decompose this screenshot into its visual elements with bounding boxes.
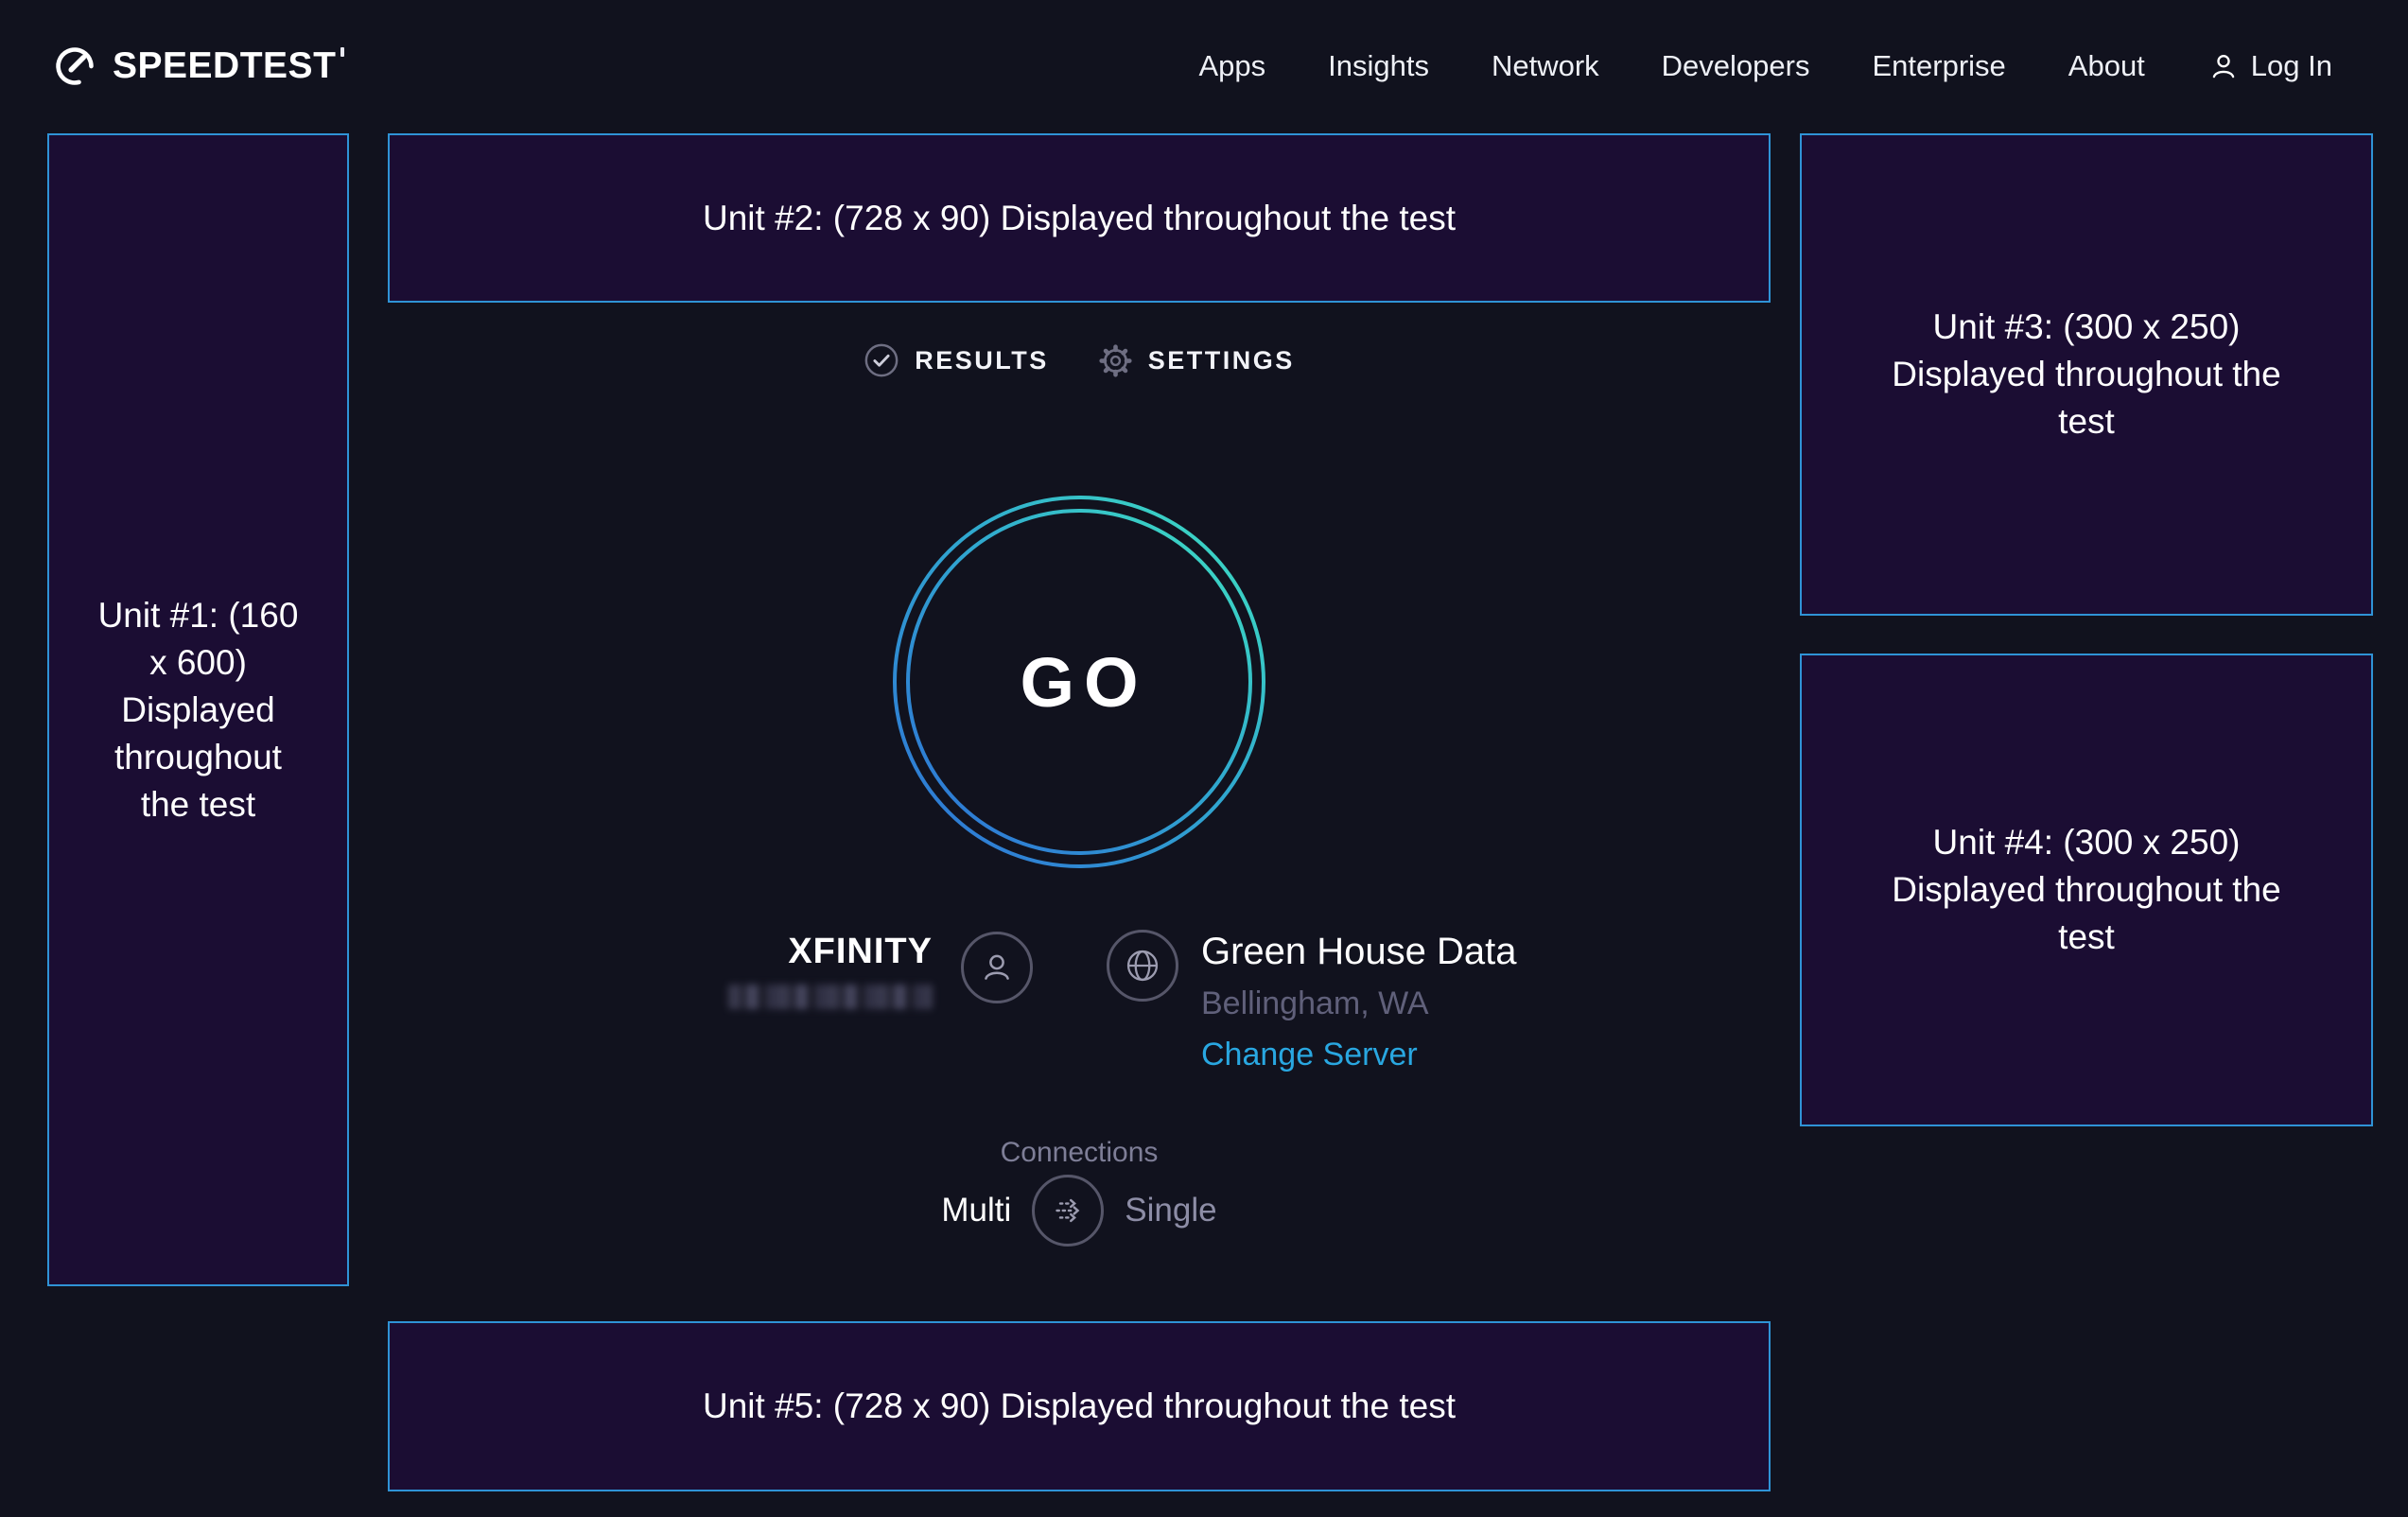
user-icon [2207,50,2240,82]
speedtest-page: SPEEDTEST Apps Insights Network Develope… [0,0,2408,1517]
nav-item-apps[interactable]: Apps [1198,49,1265,83]
speedtest-logo[interactable]: SPEEDTEST [52,44,344,89]
go-button[interactable]: GO [892,495,1266,869]
ad-unit-4-rectangle[interactable]: Unit #4: (300 x 250) Displayed throughou… [1800,654,2373,1126]
ad-unit-4-text: Unit #4: (300 x 250) Displayed throughou… [1882,819,2291,961]
isp-user-circle-icon [961,932,1033,1003]
server-location: Bellingham, WA [1201,985,1429,1022]
check-circle-icon [864,342,899,378]
connections-toggle-icon[interactable] [1032,1175,1104,1247]
server-info-block: Green House Data Bellingham, WA Change S… [1107,930,1517,1073]
server-name: Green House Data [1201,930,1517,973]
main-nav: Apps Insights Network Developers Enterpr… [1198,49,2332,83]
censored-ip-address [728,985,933,1009]
connections-multi-option[interactable]: Multi [941,1192,1011,1229]
ad-unit-3-rectangle[interactable]: Unit #3: (300 x 250) Displayed throughou… [1800,133,2373,616]
isp-name: XFINITY [788,932,933,971]
gear-icon [1098,343,1133,378]
speedtest-main-panel: RESULTS [388,132,1771,1324]
go-button-label: GO [892,495,1266,869]
ad-unit-1-text: Unit #1: (160 x 600) Displayed throughou… [96,592,300,828]
ad-unit-5-leaderboard[interactable]: Unit #5: (728 x 90) Displayed throughout… [388,1321,1771,1491]
connections-single-option[interactable]: Single [1125,1192,1216,1229]
speedtest-gauge-icon [52,44,97,89]
tab-settings-label: SETTINGS [1148,346,1295,375]
login-label: Log In [2251,49,2332,83]
tab-results[interactable]: RESULTS [864,342,1049,378]
connections-title: Connections [388,1137,1771,1169]
login-button[interactable]: Log In [2207,49,2332,83]
trademark-tick [340,47,344,57]
tab-results-label: RESULTS [915,346,1049,375]
isp-info-block: XFINITY [728,932,1033,1009]
nav-item-about[interactable]: About [2068,49,2145,83]
connections-toggle-row: Multi Single [388,1175,1771,1247]
tab-settings[interactable]: SETTINGS [1098,343,1295,378]
change-server-link[interactable]: Change Server [1201,1036,1418,1073]
nav-item-network[interactable]: Network [1492,49,1599,83]
ad-unit-1-skyscraper[interactable]: Unit #1: (160 x 600) Displayed throughou… [47,133,349,1286]
globe-icon [1107,930,1178,1002]
nav-item-insights[interactable]: Insights [1328,49,1429,83]
top-nav-bar: SPEEDTEST Apps Insights Network Develope… [0,0,2408,132]
nav-item-enterprise[interactable]: Enterprise [1872,49,2005,83]
ad-unit-3-text: Unit #3: (300 x 250) Displayed throughou… [1882,304,2291,445]
ad-unit-5-text: Unit #5: (728 x 90) Displayed throughout… [703,1383,1456,1430]
results-settings-tabs: RESULTS [388,342,1771,378]
nav-item-developers[interactable]: Developers [1662,49,1810,83]
logo-wordmark: SPEEDTEST [113,45,336,87]
